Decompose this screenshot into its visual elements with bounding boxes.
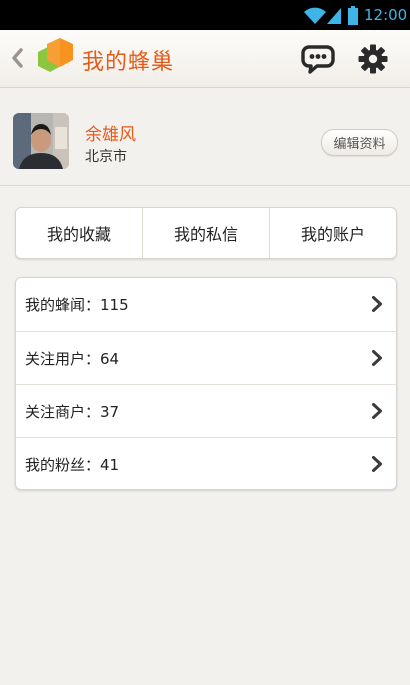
- chevron-right-icon: [372, 296, 382, 312]
- edit-profile-button[interactable]: 编辑资料: [321, 129, 398, 156]
- page-title: 我的蜂巢: [82, 50, 175, 75]
- profile-section: 余雄风 北京市 编辑资料: [0, 88, 410, 186]
- user-city: 北京市: [85, 149, 127, 165]
- status-bar: 12:00: [0, 0, 410, 30]
- list-item-following-users[interactable]: 关注用户：64: [16, 331, 396, 384]
- profile-tabs: 我的收藏 我的私信 我的账户: [15, 207, 397, 259]
- list-item-my-posts[interactable]: 我的蜂闻：115: [16, 278, 396, 331]
- signal-icon: [327, 8, 341, 24]
- tab-messages[interactable]: 我的私信: [142, 208, 269, 258]
- chevron-right-icon: [372, 403, 382, 419]
- tab-favorites[interactable]: 我的收藏: [16, 208, 142, 258]
- list-item-followers[interactable]: 我的粉丝：41: [16, 437, 396, 490]
- chevron-right-icon: [372, 456, 382, 472]
- settings-button[interactable]: [352, 40, 394, 78]
- list-item-label: 关注用户：64: [25, 349, 120, 368]
- tab-account[interactable]: 我的账户: [269, 208, 396, 258]
- chat-bubble-icon: [301, 45, 335, 74]
- list-item-label: 我的粉丝：41: [25, 455, 120, 474]
- list-item-label: 我的蜂闻：115: [25, 296, 129, 314]
- list-item-label: 关注商户：37: [25, 402, 120, 421]
- status-time: 12:00: [364, 6, 408, 24]
- messages-button[interactable]: [296, 40, 340, 78]
- avatar[interactable]: [13, 113, 69, 169]
- user-name[interactable]: 余雄风: [85, 120, 136, 145]
- list-item-following-merchants[interactable]: 关注商户：37: [16, 384, 396, 437]
- action-bar: 我的蜂巢: [0, 30, 410, 88]
- chevron-left-icon[interactable]: [10, 46, 24, 70]
- stats-list: 我的蜂闻：115 关注用户：64 关注商户：37 我的粉丝：41: [15, 277, 397, 490]
- battery-icon: [348, 6, 358, 25]
- wifi-icon: [304, 7, 326, 24]
- avatar-photo: [13, 113, 69, 169]
- gear-icon: [358, 44, 388, 74]
- chevron-right-icon: [372, 350, 382, 366]
- hexagon-logo-icon[interactable]: [30, 38, 76, 80]
